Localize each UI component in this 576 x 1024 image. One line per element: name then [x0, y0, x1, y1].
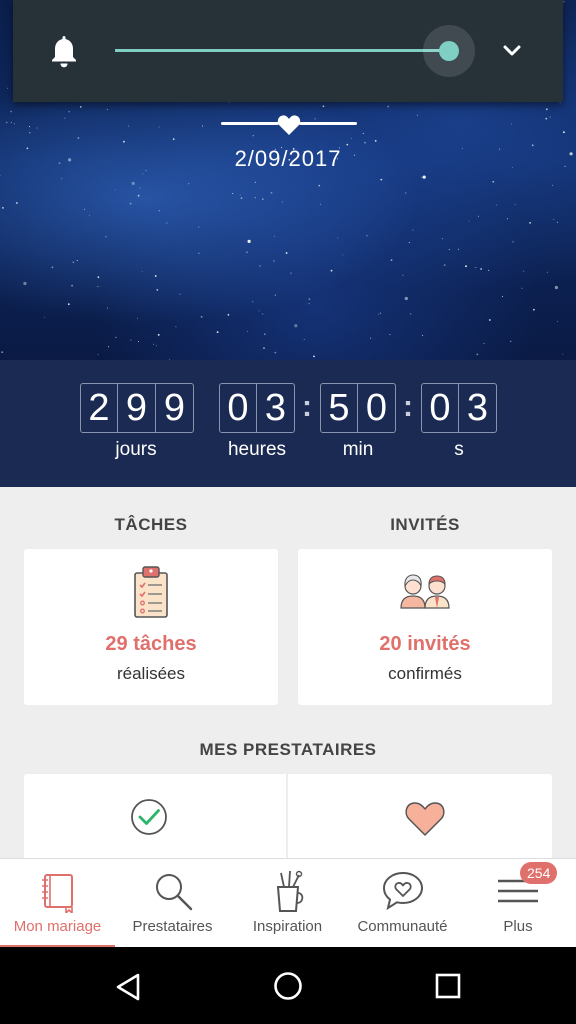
check-circle-icon: [131, 799, 167, 835]
chat-heart-icon: [382, 871, 423, 911]
tasks-count: 29 tâches: [105, 633, 197, 655]
notification-count-badge: 254: [520, 862, 558, 884]
volume-slider-thumb[interactable]: [439, 41, 460, 61]
couple-icon: [400, 574, 450, 609]
countdown-label-hours: heures: [227, 439, 287, 460]
android-navigation-bar: [0, 947, 576, 1024]
volume-slider-track[interactable]: [115, 49, 450, 52]
countdown-minutes: 5 0: [320, 383, 396, 433]
hero-decoration: [221, 114, 357, 135]
cup-brushes-icon: [276, 870, 303, 912]
vendors-section-title: MES PRESTATAIRES: [199, 740, 377, 759]
clipboard-icon: [134, 566, 168, 618]
nav-communaute[interactable]: Communauté: [345, 859, 460, 948]
countdown-digit: 0: [421, 383, 459, 433]
tasks-card[interactable]: 29 tâches réalisées: [24, 549, 278, 705]
countdown-digit: 0: [358, 383, 396, 433]
back-icon[interactable]: [114, 973, 142, 1001]
vendors-favorites-card[interactable]: [288, 774, 552, 859]
countdown-days: 2 9 9: [80, 383, 194, 433]
countdown-separator: :: [403, 390, 413, 423]
nav-mon-mariage[interactable]: Mon mariage: [0, 859, 115, 948]
guests-card[interactable]: 20 invités confirmés: [298, 549, 552, 705]
bell-icon[interactable]: [49, 33, 79, 69]
notebook-icon: [41, 874, 73, 913]
tasks-status: réalisées: [116, 664, 186, 683]
nav-label: Mon mariage: [13, 918, 102, 935]
nav-label: Plus: [503, 918, 533, 935]
wedding-date: 2/09/2017: [234, 146, 342, 171]
volume-notification-panel: [13, 0, 563, 102]
countdown-digit: 5: [320, 383, 358, 433]
tasks-section-title: TÂCHES: [114, 515, 188, 534]
countdown-digit: 2: [80, 383, 118, 433]
search-icon: [155, 874, 192, 911]
heart-icon: [277, 115, 301, 135]
nav-label: Communauté: [357, 918, 448, 935]
countdown-seconds: 0 3: [421, 383, 497, 433]
nav-inspiration[interactable]: Inspiration: [230, 859, 345, 948]
countdown-hours: 0 3: [219, 383, 295, 433]
recents-icon[interactable]: [435, 973, 461, 999]
home-icon[interactable]: [273, 971, 303, 1001]
nav-label: Inspiration: [252, 918, 323, 935]
guests-section-title: INVITÉS: [390, 515, 460, 534]
nav-label: Prestataires: [132, 918, 213, 935]
countdown-digit: 9: [118, 383, 156, 433]
countdown-label-seconds: s: [454, 439, 464, 460]
dashboard-content: TÂCHES INVITÉS 29 tâches réalisées 20 in…: [0, 487, 576, 859]
countdown-separator: :: [302, 390, 312, 423]
countdown-digit: 3: [459, 383, 497, 433]
countdown-digit: 3: [257, 383, 295, 433]
nav-plus[interactable]: Plus: [460, 859, 576, 948]
heart-icon: [405, 802, 445, 836]
countdown-panel: 2 9 9 0 3 : 5 0 : 0 3: [0, 360, 576, 487]
countdown-label-minutes: min: [342, 439, 374, 460]
countdown-label-days: jours: [115, 439, 157, 460]
guests-status: confirmés: [388, 664, 462, 683]
countdown-digit: 0: [219, 383, 257, 433]
bottom-navigation: Mon mariage Prestataires Inspiration Com…: [0, 858, 576, 948]
chevron-down-icon[interactable]: [501, 40, 523, 62]
nav-prestataires[interactable]: Prestataires: [115, 859, 230, 948]
countdown-digit: 9: [156, 383, 194, 433]
vendors-hired-card[interactable]: [24, 774, 286, 859]
guests-count: 20 invités: [379, 633, 471, 655]
